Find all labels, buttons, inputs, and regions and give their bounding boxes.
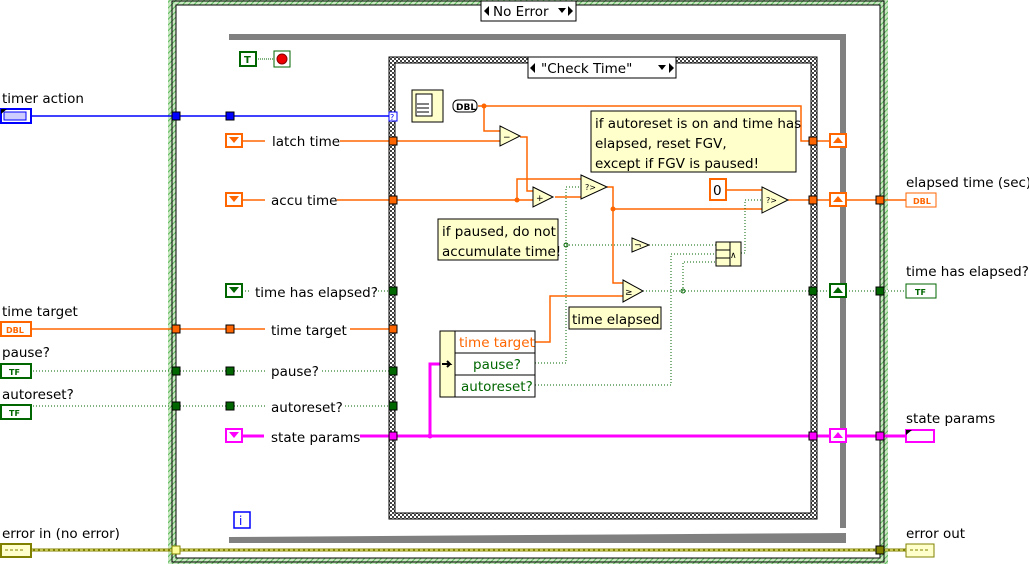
state-params-label: state params: [271, 430, 360, 446]
unbundle-field-time-target: time target: [459, 335, 535, 351]
unbundle-field-pause: pause?: [473, 357, 521, 373]
svg-text:DBL: DBL: [456, 103, 476, 113]
comment-paused: if paused, do not accumulate time!: [437, 218, 561, 261]
inner-case-selector-label: "Check Time": [541, 61, 632, 77]
svg-text:if autoreset is on and time ha: if autoreset is on and time has: [595, 116, 801, 132]
svg-text:DBL: DBL: [6, 326, 24, 335]
comment-time-elapsed: time elapsed: [568, 306, 662, 330]
svg-text:TF: TF: [9, 409, 20, 418]
accu-time-label: accu time: [271, 193, 337, 209]
tick-count-node[interactable]: [411, 89, 444, 123]
zero-constant[interactable]: 0: [709, 178, 727, 201]
svg-text:?>: ?>: [585, 183, 596, 192]
svg-text:¬: ¬: [634, 241, 642, 251]
svg-text:time elapsed: time elapsed: [572, 312, 660, 328]
elapsed-time-label: elapsed time (sec): [906, 175, 1029, 191]
svg-text:i: i: [239, 514, 242, 528]
error-out-label: error out: [906, 526, 965, 542]
timer-action-label: timer action: [2, 91, 84, 107]
outer-case-structure[interactable]: [168, 0, 888, 564]
time-has-elapsed-indicator: TF: [905, 283, 937, 299]
timer-action-control: [0, 108, 32, 124]
pause-label: pause?: [271, 364, 319, 380]
unbundle-by-name-node[interactable]: time target pause? autoreset?: [439, 330, 536, 398]
svg-text:≥: ≥: [625, 288, 633, 298]
svg-text:0: 0: [713, 183, 722, 199]
outer-case-selector[interactable]: No Error: [480, 0, 577, 22]
state-params-indicator: [905, 429, 935, 443]
time-has-elapsed-output-label: time has elapsed?: [906, 264, 1029, 280]
elapsed-time-indicator: DBL: [905, 192, 937, 208]
svg-text:elapsed, reset FGV,: elapsed, reset FGV,: [595, 136, 727, 152]
svg-text:if paused, do not: if paused, do not: [442, 224, 556, 240]
autoreset-control: TF: [0, 404, 32, 420]
svg-text:T: T: [244, 55, 251, 66]
svg-text:?>: ?>: [766, 196, 777, 205]
block-diagram: No Error T i "Check Time" ? latch time a…: [0, 0, 1029, 564]
time-has-elapsed-label: time has elapsed?: [255, 285, 378, 301]
svg-text:+: +: [536, 194, 544, 204]
compound-and-node: [715, 241, 742, 267]
outer-case-selector-label: No Error: [493, 4, 549, 20]
error-in-label: error in (no error): [2, 526, 120, 542]
svg-text:DBL: DBL: [913, 197, 931, 206]
pause-control: TF: [0, 363, 32, 379]
svg-text:?: ?: [390, 113, 394, 122]
autoreset-input-label: autoreset?: [2, 387, 74, 403]
unbundle-field-autoreset: autoreset?: [461, 379, 533, 395]
iteration-terminal: i: [233, 511, 251, 529]
inner-case-selector[interactable]: "Check Time": [527, 56, 677, 79]
svg-text:∧: ∧: [730, 251, 737, 261]
stop-icon: [276, 53, 288, 65]
shift-registers-left[interactable]: [225, 133, 243, 443]
svg-text:accumulate time!: accumulate time!: [442, 244, 561, 260]
loop-stop-constant[interactable]: T: [239, 50, 291, 68]
error-out-indicator: [905, 543, 935, 558]
svg-text:except if FGV is paused!: except if FGV is paused!: [595, 156, 759, 172]
state-params-branch: [428, 362, 440, 436]
to-double-node[interactable]: DBL: [452, 99, 478, 113]
svg-text:TF: TF: [9, 368, 20, 377]
autoreset-label: autoreset?: [271, 400, 343, 416]
latch-time-label: latch time: [272, 134, 340, 150]
svg-text:TF: TF: [915, 288, 926, 297]
time-target-label: time target: [271, 323, 347, 339]
pause-input-label: pause?: [2, 345, 50, 361]
error-in-control: [0, 543, 32, 558]
comment-autoreset: if autoreset is on and time has elapsed,…: [590, 110, 801, 173]
state-params-output-label: state params: [906, 411, 995, 427]
svg-text:−: −: [503, 133, 511, 143]
time-target-input-label: time target: [2, 304, 78, 320]
time-target-control: DBL: [0, 321, 32, 337]
